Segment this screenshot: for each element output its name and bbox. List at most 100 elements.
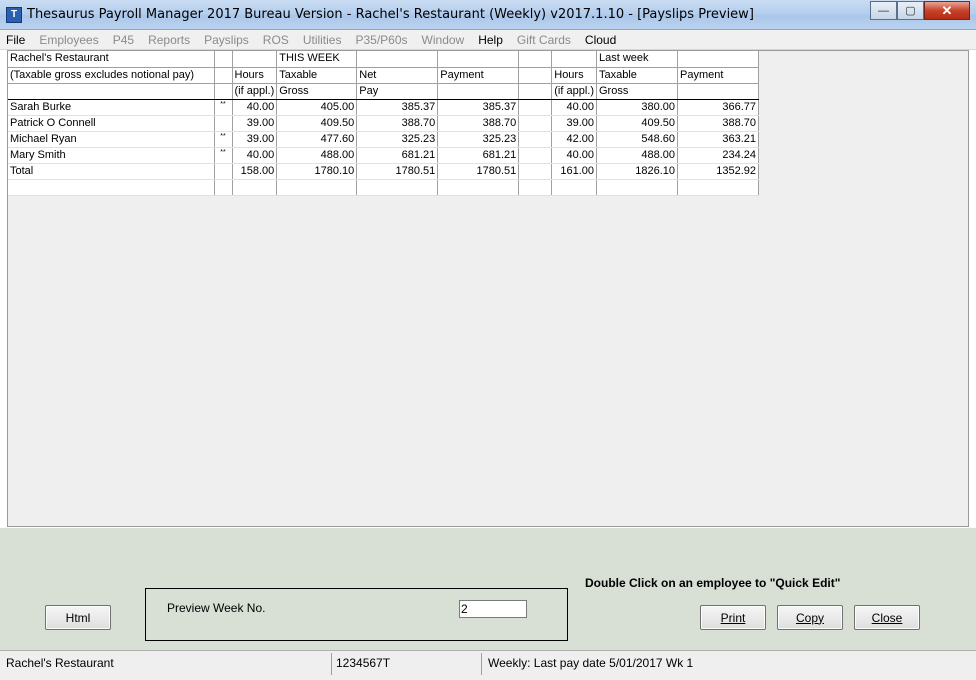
header-cell: Last week bbox=[596, 51, 678, 68]
grid-header-row: (Taxable gross excludes notional pay) Hou… bbox=[8, 67, 759, 84]
employee-name-cell: Total bbox=[8, 163, 215, 180]
flag-cell: ** bbox=[214, 147, 233, 164]
flag-cell bbox=[214, 115, 233, 132]
title-bar: T Thesaurus Payroll Manager 2017 Bureau … bbox=[0, 0, 976, 30]
preview-week-label: Preview Week No. bbox=[167, 601, 266, 615]
value-cell: 40.00 bbox=[232, 99, 278, 116]
value-cell bbox=[518, 131, 553, 148]
menu-window[interactable]: Window bbox=[422, 33, 465, 47]
close-button[interactable]: Close bbox=[854, 605, 920, 630]
menu-reports[interactable]: Reports bbox=[148, 33, 190, 47]
close-icon: ✕ bbox=[941, 2, 953, 18]
window-controls: — ▢ ✕ bbox=[870, 1, 970, 20]
value-cell: 385.37 bbox=[437, 99, 520, 116]
value-cell: 40.00 bbox=[551, 147, 597, 164]
header-cell: Gross bbox=[276, 83, 358, 100]
value-cell bbox=[551, 179, 597, 196]
header-cell bbox=[356, 51, 439, 68]
menu-utilities[interactable]: Utilities bbox=[303, 33, 342, 47]
app-icon[interactable]: T bbox=[6, 7, 22, 23]
value-cell: 477.60 bbox=[276, 131, 358, 148]
value-cell: 388.70 bbox=[437, 115, 520, 132]
minimize-icon: — bbox=[878, 4, 889, 17]
status-employer-number: 1234567T bbox=[332, 653, 482, 675]
value-cell: 325.23 bbox=[356, 131, 439, 148]
grid-header-row: Rachel's Restaurant THIS WEEK Last week bbox=[8, 51, 759, 68]
menu-ros[interactable]: ROS bbox=[263, 33, 289, 47]
header-cell: Gross bbox=[596, 83, 678, 100]
flag-cell: ** bbox=[214, 99, 233, 116]
print-button[interactable]: Print bbox=[700, 605, 766, 630]
copy-button[interactable]: Copy bbox=[777, 605, 843, 630]
minimize-button[interactable]: — bbox=[870, 1, 897, 20]
employee-row[interactable]: Mary Smith ** 40.00 488.00 681.21 681.21 40.00… bbox=[8, 147, 759, 164]
menu-employees[interactable]: Employees bbox=[39, 33, 98, 47]
value-cell: 409.50 bbox=[596, 115, 678, 132]
value-cell bbox=[356, 179, 439, 196]
header-cell bbox=[518, 51, 553, 68]
menu-cloud[interactable]: Cloud bbox=[585, 33, 616, 47]
employee-name-cell bbox=[8, 179, 215, 196]
value-cell: 388.70 bbox=[677, 115, 759, 132]
employee-row[interactable]: Sarah Burke ** 40.00 405.00 385.37 385.37 40.0… bbox=[8, 99, 759, 116]
header-cell bbox=[214, 67, 233, 84]
employee-name-cell: Michael Ryan bbox=[8, 131, 215, 148]
value-cell: 325.23 bbox=[437, 131, 520, 148]
value-cell bbox=[518, 115, 553, 132]
value-cell: 681.21 bbox=[437, 147, 520, 164]
header-cell: Payment bbox=[437, 67, 520, 84]
header-cell bbox=[232, 51, 278, 68]
value-cell: 1780.51 bbox=[356, 163, 439, 180]
value-cell: 366.77 bbox=[677, 99, 759, 116]
header-cell bbox=[518, 83, 553, 100]
header-cell bbox=[214, 51, 233, 68]
value-cell bbox=[677, 179, 759, 196]
value-cell: 488.00 bbox=[596, 147, 678, 164]
value-cell: 40.00 bbox=[232, 147, 278, 164]
menu-file[interactable]: File bbox=[6, 33, 25, 47]
employee-row[interactable]: Michael Ryan ** 39.00 477.60 325.23 325.23 42.… bbox=[8, 131, 759, 148]
close-window-button[interactable]: ✕ bbox=[924, 1, 970, 20]
header-cell: Payment bbox=[677, 67, 759, 84]
value-cell bbox=[518, 99, 553, 116]
value-cell bbox=[518, 147, 553, 164]
header-cell: (if appl.) bbox=[551, 83, 597, 100]
value-cell: 548.60 bbox=[596, 131, 678, 148]
value-cell: 363.21 bbox=[677, 131, 759, 148]
value-cell: 405.00 bbox=[276, 99, 358, 116]
status-pay-info: Weekly: Last pay date 5/01/2017 Wk 1 bbox=[488, 656, 694, 670]
employee-row[interactable] bbox=[8, 179, 759, 196]
flag-cell bbox=[214, 179, 233, 196]
html-button[interactable]: Html bbox=[45, 605, 111, 630]
menu-payslips[interactable]: Payslips bbox=[204, 33, 249, 47]
menu-p45[interactable]: P45 bbox=[113, 33, 134, 47]
header-cell bbox=[214, 83, 233, 100]
preview-week-input[interactable]: 2 bbox=[459, 600, 527, 618]
value-cell bbox=[276, 179, 358, 196]
grid-header-row: (if appl.) Gross Pay (if appl.) Gross bbox=[8, 83, 759, 100]
employee-row[interactable]: Patrick O Connell 39.00 409.50 388.70 388.70… bbox=[8, 115, 759, 132]
value-cell bbox=[518, 163, 553, 180]
employee-row[interactable]: Total 158.00 1780.10 1780.51 1780.51 161.00 18… bbox=[8, 163, 759, 180]
value-cell: 380.00 bbox=[596, 99, 678, 116]
value-cell: 681.21 bbox=[356, 147, 439, 164]
employee-name-cell: Patrick O Connell bbox=[8, 115, 215, 132]
menu-help[interactable]: Help bbox=[478, 33, 503, 47]
menu-gift-cards[interactable]: Gift Cards bbox=[517, 33, 571, 47]
value-cell bbox=[518, 179, 553, 196]
flag-cell: ** bbox=[214, 131, 233, 148]
value-cell: 42.00 bbox=[551, 131, 597, 148]
value-cell: 385.37 bbox=[356, 99, 439, 116]
value-cell: 234.24 bbox=[677, 147, 759, 164]
status-company: Rachel's Restaurant bbox=[2, 653, 332, 675]
menu-p35-p60s[interactable]: P35/P60s bbox=[355, 33, 407, 47]
header-cell bbox=[437, 83, 520, 100]
value-cell: 40.00 bbox=[551, 99, 597, 116]
value-cell: 161.00 bbox=[551, 163, 597, 180]
header-cell: THIS WEEK bbox=[276, 51, 358, 68]
header-cell: Pay bbox=[356, 83, 439, 100]
value-cell: 409.50 bbox=[276, 115, 358, 132]
maximize-button[interactable]: ▢ bbox=[897, 1, 924, 20]
header-cell: Net bbox=[356, 67, 439, 84]
value-cell: 388.70 bbox=[356, 115, 439, 132]
